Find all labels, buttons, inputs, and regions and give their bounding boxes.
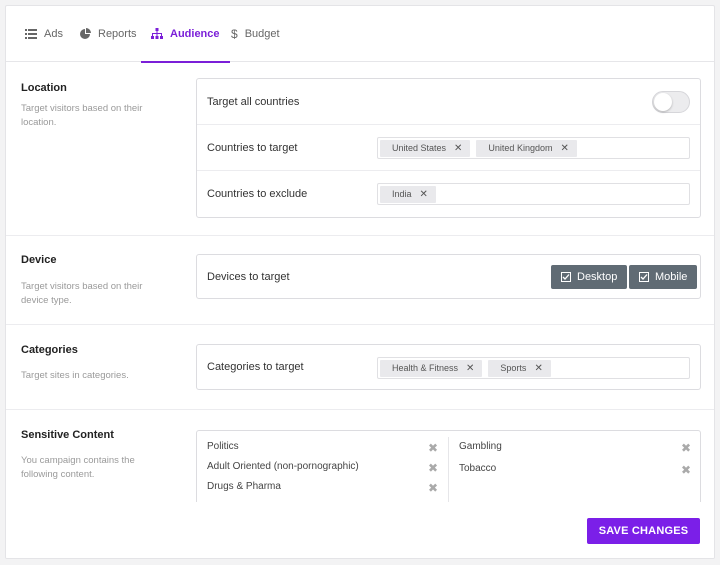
remove-tag-icon[interactable]: ✕ bbox=[454, 143, 462, 154]
tag-label: Sports bbox=[500, 363, 527, 373]
remove-tag-icon[interactable]: ✕ bbox=[560, 143, 568, 154]
section-description: Target sites in categories. bbox=[21, 370, 129, 381]
sensitive-item: Adult Oriented (non-pornographic) ✖ bbox=[207, 461, 438, 475]
button-label: Desktop bbox=[577, 271, 618, 283]
row-label: Devices to target bbox=[207, 270, 290, 283]
item-label: Politics bbox=[207, 441, 239, 452]
sitemap-icon bbox=[151, 28, 163, 39]
item-label: Gambling bbox=[459, 441, 502, 452]
section-title: Location bbox=[21, 82, 67, 94]
tag: United Kingdom ✕ bbox=[476, 139, 577, 157]
remove-icon[interactable]: ✖ bbox=[428, 461, 438, 475]
categories-input[interactable]: Health & Fitness ✕ Sports ✕ bbox=[377, 357, 690, 379]
tab-reports[interactable]: Reports bbox=[79, 6, 137, 62]
categories-section: Categories Target sites in categories. C… bbox=[6, 325, 714, 410]
remove-icon[interactable]: ✖ bbox=[428, 481, 438, 495]
sensitive-item: Tobacco ✖ bbox=[459, 463, 691, 477]
target-all-toggle[interactable] bbox=[652, 91, 690, 113]
toggle-knob bbox=[654, 93, 672, 111]
tab-budget[interactable]: $ Budget bbox=[231, 6, 280, 62]
tab-label: Budget bbox=[244, 28, 280, 40]
tab-audience[interactable]: Audience bbox=[141, 6, 229, 63]
section-title: Device bbox=[21, 254, 57, 266]
section-title: Sensitive Content bbox=[21, 429, 114, 441]
tag-label: United Kingdom bbox=[488, 143, 553, 153]
tag: Sports ✕ bbox=[488, 359, 551, 377]
pie-chart-icon bbox=[80, 28, 91, 39]
item-label: Drugs & Pharma bbox=[207, 481, 281, 492]
tag: Health & Fitness ✕ bbox=[380, 359, 483, 377]
sensitive-item: Drugs & Pharma ✖ bbox=[207, 481, 438, 495]
device-card: Devices to target Desktop Mobile bbox=[196, 254, 701, 299]
mobile-button[interactable]: Mobile bbox=[629, 265, 698, 289]
devices-row: Devices to target Desktop Mobile bbox=[197, 255, 700, 298]
item-label: Adult Oriented (non-pornographic) bbox=[207, 461, 359, 472]
sensitive-left-column: Politics ✖ Adult Oriented (non-pornograph… bbox=[197, 437, 449, 503]
device-section: Device Target visitors based on their de… bbox=[6, 236, 714, 325]
button-label: Mobile bbox=[655, 271, 688, 283]
section-description: Target visitors based on their location. bbox=[21, 103, 143, 128]
tag-label: Health & Fitness bbox=[392, 363, 459, 373]
tag-label: United States bbox=[392, 143, 447, 153]
section-title: Categories bbox=[21, 344, 78, 356]
remove-tag-icon[interactable]: ✕ bbox=[466, 363, 474, 374]
tab-label: Reports bbox=[98, 28, 137, 40]
section-description: You campaign contains the following cont… bbox=[21, 455, 135, 480]
remove-icon[interactable]: ✖ bbox=[681, 441, 691, 455]
countries-target-row: Countries to target United States ✕ Unite… bbox=[197, 125, 700, 171]
location-card: Target all countries Countries to target… bbox=[196, 78, 701, 218]
remove-tag-icon[interactable]: ✕ bbox=[420, 189, 428, 200]
tag-label: India bbox=[392, 189, 412, 199]
countries-exclude-row: Countries to exclude India ✕ bbox=[197, 171, 700, 217]
checkbox-checked-icon bbox=[639, 272, 649, 282]
section-description: Target visitors based on their device ty… bbox=[21, 281, 143, 306]
tab-bar: Ads Reports Audience $ Budget bbox=[6, 6, 714, 63]
save-changes-button[interactable]: SAVE CHANGES bbox=[587, 518, 700, 544]
sensitive-card: Politics ✖ Adult Oriented (non-pornograph… bbox=[196, 430, 701, 510]
desktop-button[interactable]: Desktop bbox=[551, 265, 628, 289]
sensitive-item: Politics ✖ bbox=[207, 441, 438, 455]
item-label: Tobacco bbox=[459, 463, 497, 474]
dollar-icon: $ bbox=[231, 27, 238, 41]
remove-tag-icon[interactable]: ✕ bbox=[534, 363, 542, 374]
tab-label: Ads bbox=[44, 28, 63, 40]
sensitive-item: Gambling ✖ bbox=[459, 441, 691, 455]
tag: India ✕ bbox=[380, 185, 436, 203]
row-label: Countries to exclude bbox=[207, 188, 308, 200]
countries-target-input[interactable]: United States ✕ United Kingdom ✕ bbox=[377, 137, 690, 159]
audience-panel: Ads Reports Audience $ Budget Location T… bbox=[5, 5, 715, 559]
checkbox-checked-icon bbox=[561, 272, 571, 282]
tag: United States ✕ bbox=[380, 139, 471, 157]
location-section: Location Target visitors based on their … bbox=[6, 63, 714, 236]
tab-ads[interactable]: Ads bbox=[25, 6, 63, 62]
remove-icon[interactable]: ✖ bbox=[681, 463, 691, 477]
row-label: Countries to target bbox=[207, 141, 298, 154]
categories-row: Categories to target Health & Fitness ✕ S… bbox=[197, 345, 700, 389]
countries-exclude-input[interactable]: India ✕ bbox=[377, 183, 690, 205]
categories-card: Categories to target Health & Fitness ✕ S… bbox=[196, 344, 701, 390]
row-label: Categories to target bbox=[207, 361, 304, 373]
target-all-row: Target all countries bbox=[197, 79, 700, 125]
list-icon bbox=[25, 29, 37, 39]
row-label: Target all countries bbox=[207, 95, 300, 108]
tab-label: Audience bbox=[170, 28, 220, 40]
remove-icon[interactable]: ✖ bbox=[428, 441, 438, 455]
